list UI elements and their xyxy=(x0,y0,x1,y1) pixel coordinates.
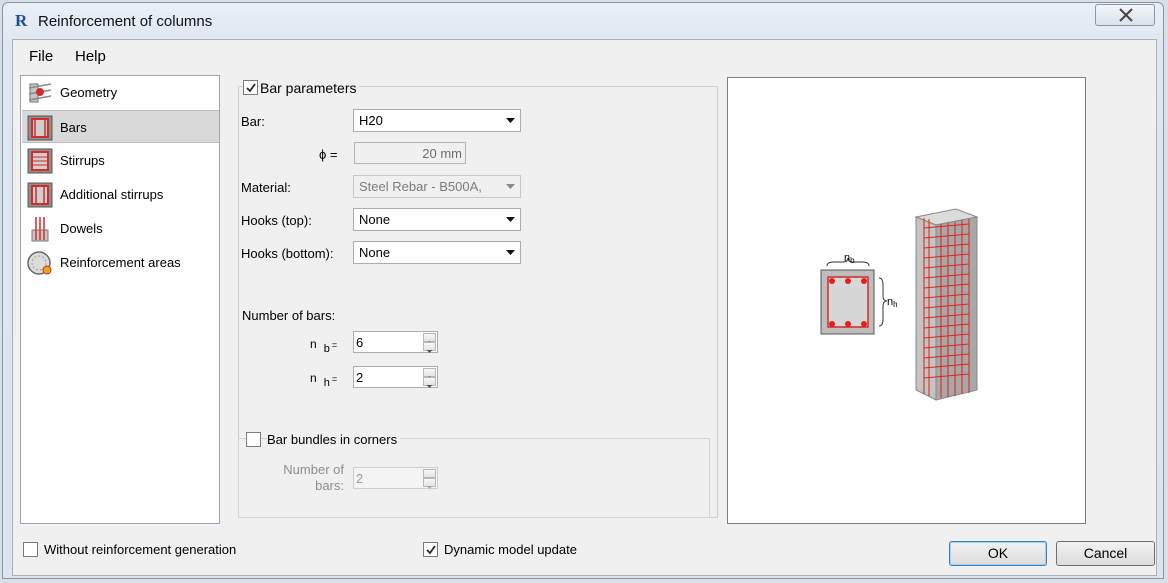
hooks-top-select[interactable]: None xyxy=(353,208,521,231)
window-title: Reinforcement of columns xyxy=(38,13,213,30)
nh-label: n h = xyxy=(310,371,338,389)
bundles-number-value: 2 xyxy=(356,471,364,486)
bar-label: Bar: xyxy=(241,114,265,129)
bar-bundles-checkbox[interactable] xyxy=(246,432,261,447)
sidebar-item-bars[interactable]: Bars xyxy=(22,110,219,143)
chevron-down-icon xyxy=(426,486,433,489)
dim-nh-label: nh xyxy=(887,296,898,309)
bars-icon xyxy=(27,115,53,141)
column-preview-panel: nb nh xyxy=(727,77,1086,524)
sidebar-label: Reinforcement areas xyxy=(60,255,181,270)
column-preview-drawing: nb nh xyxy=(820,208,979,401)
phi-label: ϕ = xyxy=(319,147,338,162)
sidebar-item-additional-stirrups[interactable]: Additional stirrups xyxy=(22,178,219,211)
phi-field: 20 mm xyxy=(354,142,466,164)
ok-button[interactable]: OK xyxy=(949,541,1047,566)
stirrups-icon xyxy=(27,148,53,174)
bar-parameters-checkbox[interactable] xyxy=(243,80,258,95)
cross-section-drawing xyxy=(820,257,888,335)
bar-parameters-label: Bar parameters xyxy=(260,80,360,96)
menu-file[interactable]: File xyxy=(29,48,53,65)
dowels-icon xyxy=(31,217,49,242)
close-icon xyxy=(1119,8,1133,22)
dialog-body: File Help Geometry Bars Stirrups Additio… xyxy=(12,39,1157,576)
chevron-down-icon xyxy=(506,184,515,189)
bar-bundles-label: Bar bundles in corners xyxy=(267,432,401,447)
bundles-number-spinner[interactable]: 2 xyxy=(353,467,438,489)
dynamic-update-checkbox[interactable] xyxy=(423,542,438,557)
title-bar[interactable]: R Reinforcement of columns xyxy=(3,3,1163,39)
chevron-down-icon xyxy=(506,118,515,123)
material-label: Material: xyxy=(241,180,291,195)
spin-up-button[interactable] xyxy=(423,333,436,344)
geometry-icon xyxy=(28,83,52,103)
bar-diameter-select[interactable]: H20 xyxy=(353,109,521,132)
bar-diameter-value: H20 xyxy=(359,113,383,128)
sidebar-label: Bars xyxy=(60,120,87,135)
nh-spinner[interactable]: 2 xyxy=(353,366,438,388)
chevron-down-icon xyxy=(426,350,433,353)
checkmark-icon xyxy=(246,83,256,93)
dynamic-update-label: Dynamic model update xyxy=(444,542,577,557)
sidebar-item-geometry[interactable]: Geometry xyxy=(22,76,219,109)
hooks-bottom-label: Hooks (bottom): xyxy=(241,246,334,261)
menu-help[interactable]: Help xyxy=(75,48,106,65)
chevron-down-icon xyxy=(426,385,433,388)
close-button[interactable] xyxy=(1095,4,1155,26)
sidebar-item-reinforcement-areas[interactable]: Reinforcement areas xyxy=(22,246,219,279)
sidebar-label: Stirrups xyxy=(60,153,105,168)
bundles-number-label-line2: bars: xyxy=(315,478,344,493)
dialog-window: R Reinforcement of columns File Help Geo… xyxy=(2,2,1164,579)
hooks-bottom-value: None xyxy=(359,245,391,260)
dim-nb-label: nb xyxy=(844,252,855,265)
phi-value: 20 mm xyxy=(422,146,462,161)
without-reinforcement-label: Without reinforcement generation xyxy=(44,542,237,557)
spin-down-button[interactable] xyxy=(423,377,436,388)
sidebar-label: Additional stirrups xyxy=(60,187,164,202)
nb-value: 6 xyxy=(356,335,364,350)
without-reinforcement-checkbox[interactable] xyxy=(23,542,38,557)
menu-bar: File Help xyxy=(13,40,1156,70)
checkmark-icon xyxy=(426,545,436,555)
material-value: Steel Rebar - B500A, xyxy=(359,179,482,194)
additional-stirrups-icon xyxy=(27,182,53,208)
bundles-number-label-line1: Number of xyxy=(283,462,344,477)
category-list: Geometry Bars Stirrups Additional stirru… xyxy=(20,75,220,524)
material-select[interactable]: Steel Rebar - B500A, xyxy=(353,175,521,198)
spin-down-button[interactable] xyxy=(423,342,436,353)
chevron-down-icon xyxy=(506,217,515,222)
sidebar-item-stirrups[interactable]: Stirrups xyxy=(22,144,219,177)
spin-up-button[interactable] xyxy=(423,368,436,379)
cancel-button[interactable]: Cancel xyxy=(1056,541,1155,566)
spin-up-button[interactable] xyxy=(423,469,436,480)
reinforcement-areas-icon xyxy=(27,251,52,275)
hooks-bottom-select[interactable]: None xyxy=(353,241,521,264)
hooks-top-value: None xyxy=(359,212,391,227)
chevron-down-icon xyxy=(506,250,515,255)
sidebar-item-dowels[interactable]: Dowels xyxy=(22,212,219,245)
nb-label: n b = xyxy=(310,337,338,355)
sidebar-label: Geometry xyxy=(60,85,118,100)
sidebar-label: Dowels xyxy=(60,221,103,236)
column-3d-drawing xyxy=(914,208,979,401)
revit-app-icon: R xyxy=(15,11,28,30)
hooks-top-label: Hooks (top): xyxy=(241,213,312,228)
spin-down-button[interactable] xyxy=(423,478,436,489)
nh-value: 2 xyxy=(356,370,364,385)
nb-spinner[interactable]: 6 xyxy=(353,331,438,353)
number-of-bars-label: Number of bars: xyxy=(242,308,336,323)
